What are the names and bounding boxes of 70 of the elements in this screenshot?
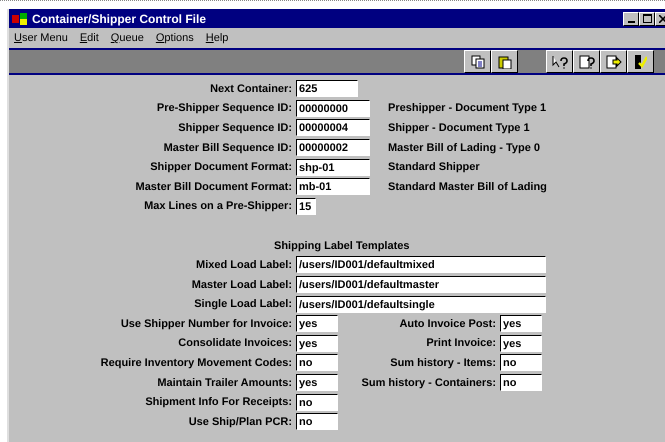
input-field[interactable]: yes	[296, 334, 338, 352]
input-field[interactable]: 15	[296, 198, 316, 215]
door-check-icon	[634, 54, 646, 68]
paste-button[interactable]	[491, 50, 518, 73]
menu-item[interactable]: Queue	[110, 32, 144, 44]
input-field[interactable]: 625	[296, 80, 358, 98]
input-field[interactable]: yes	[500, 315, 542, 332]
field-label: Max Lines on a Pre-Shipper:	[143, 200, 293, 212]
field-label: Next Container:	[209, 82, 293, 95]
field-label: Use Shipper Number for Invoice:	[120, 318, 293, 330]
field-label: Pre-Shipper Sequence ID:	[156, 102, 293, 114]
field-label: Shipper Document Format:	[149, 161, 293, 174]
input-field[interactable]: no	[296, 394, 338, 411]
input-field[interactable]: yes	[500, 334, 542, 352]
input-field[interactable]: 00000000	[296, 100, 370, 117]
minimize-icon	[628, 20, 634, 22]
input-field[interactable]: yes	[296, 315, 338, 332]
menu-item[interactable]: User Menu	[14, 32, 68, 44]
menu-item[interactable]: Help	[206, 32, 228, 44]
input-field[interactable]: /users/ID001/defaultmixed	[296, 256, 546, 274]
field-label: Single Load Label:	[193, 298, 293, 310]
field-label: Master Load Label:	[190, 278, 293, 291]
field-label: Master Bill Sequence ID:	[162, 142, 293, 154]
minimize-button[interactable]	[623, 12, 639, 26]
document-question-icon	[578, 54, 594, 68]
field-label: Shipper Sequence ID:	[177, 122, 293, 134]
input-field[interactable]: 00000002	[296, 139, 370, 156]
field-label: Consolidate Invoices:	[177, 337, 293, 350]
maximize-icon	[642, 14, 652, 23]
documents-icon	[470, 54, 484, 68]
field-description: Standard Master Bill of Lading	[388, 180, 547, 193]
input-field[interactable]: no	[296, 413, 338, 430]
input-field[interactable]: no	[500, 374, 542, 392]
field-description: Standard Shipper	[388, 161, 480, 174]
field-description: Shipper - Document Type 1	[388, 122, 530, 134]
field-label: Shipment Info For Receipts:	[144, 396, 293, 408]
app-icon	[12, 12, 28, 24]
input-field[interactable]: /users/ID001/defaultmaster	[296, 276, 546, 294]
field-label: Sum history - Containers:	[360, 376, 497, 389]
copy-button[interactable]	[464, 50, 491, 73]
window-title: Container/Shipper Control File	[32, 12, 206, 26]
field-label: Maintain Trailer Amounts:	[156, 376, 293, 389]
field-label: Auto Invoice Post:	[398, 318, 497, 330]
close-icon	[659, 14, 665, 22]
exit-button[interactable]	[627, 50, 654, 73]
arrow-question-icon	[552, 54, 568, 68]
field-label: Use Ship/Plan PCR:	[188, 416, 293, 428]
field-label: Print Invoice:	[425, 337, 497, 350]
input-field[interactable]: mb-01	[296, 178, 370, 196]
clipboard-icon	[498, 54, 512, 68]
field-label: Sum history - Items:	[389, 356, 497, 369]
input-field[interactable]: /users/ID001/defaultsingle	[296, 296, 546, 313]
input-field[interactable]: no	[296, 354, 338, 372]
help-pointer-button[interactable]	[546, 50, 573, 73]
field-label: Mixed Load Label:	[195, 258, 293, 271]
document-arrow-icon	[606, 54, 622, 68]
field-description: Master Bill of Lading - Type 0	[388, 142, 540, 154]
input-field[interactable]: 00000004	[296, 119, 370, 136]
section-heading: Shipping Label Templates	[273, 239, 410, 254]
help-button[interactable]	[573, 50, 600, 73]
export-button[interactable]	[600, 50, 627, 73]
input-field[interactable]: yes	[296, 374, 338, 392]
field-label: Require Inventory Movement Codes:	[100, 356, 293, 369]
maximize-button[interactable]	[639, 12, 655, 26]
menu-item[interactable]: Edit	[80, 32, 99, 44]
field-description: Preshipper - Document Type 1	[388, 102, 546, 114]
input-field[interactable]: no	[500, 354, 542, 372]
menu-item[interactable]: Options	[156, 32, 194, 44]
input-field[interactable]: shp-01	[296, 158, 370, 176]
field-label: Master Bill Document Format:	[134, 180, 293, 193]
